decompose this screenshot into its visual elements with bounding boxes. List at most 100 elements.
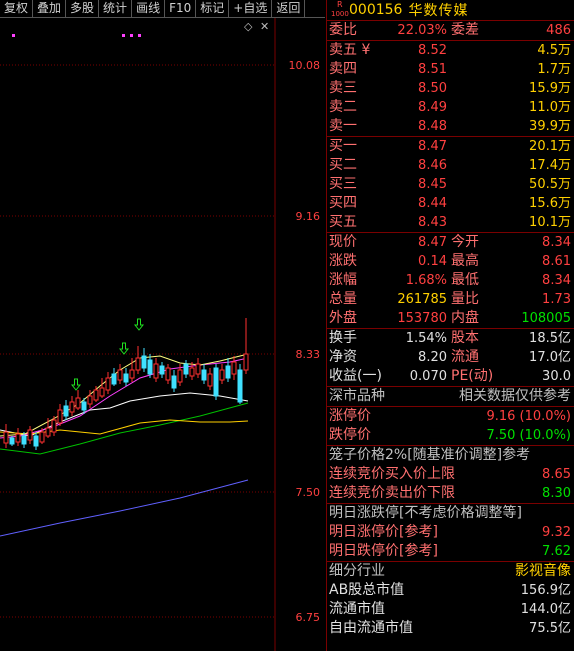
sell-level-label: 卖一 (329, 118, 357, 134)
candle (129, 369, 135, 379)
candle (87, 395, 93, 405)
industry-value[interactable]: 影视音像 (457, 562, 571, 581)
ma20-line (0, 357, 249, 439)
sell-level-label: 卖三 (329, 80, 357, 96)
buy-level-price: 8.45 (418, 177, 447, 192)
candle (111, 373, 117, 385)
cage-title-row: 笼子价格2%[随基准价调整]参考 (327, 446, 574, 465)
candle (165, 367, 171, 381)
toolbar-stats-button[interactable]: 统计 (99, 0, 133, 17)
sell-level-price: 8.49 (418, 100, 447, 115)
buy-level-1: 买一 8.47 20.1万 (327, 137, 574, 156)
stats-block: 现价 8.47 今开 8.34 涨跌 0.14 最高 8.61 涨幅 1.68% 最低 8.34 总量 2… (327, 233, 574, 329)
sell-level-volume: 39.9万 (529, 119, 571, 134)
limit-up-label: 涨停价 (329, 408, 371, 424)
candle (135, 357, 141, 371)
limit-up-row: 涨停价 9.16 (10.0%) (327, 407, 574, 426)
sell-level-label: 卖五 ¥ (329, 42, 371, 58)
stat-label: 涨跌 (329, 253, 357, 269)
candle (51, 419, 57, 433)
buy-level-volume: 15.6万 (529, 196, 571, 211)
stat-value: 8.20 (418, 350, 447, 365)
badge-number: 1000 (331, 10, 349, 18)
stat-label: 换手 (329, 330, 357, 346)
buy-level-4: 买四 8.44 15.6万 (327, 194, 574, 213)
market-note: 相关数据仅供参考 (459, 388, 571, 404)
sell-level-volume: 11.0万 (529, 100, 571, 115)
cage-buy-row: 连续竞价买入价上限 8.65 (327, 465, 574, 484)
buy-orders: 买一 8.47 20.1万 买二 8.46 17.4万 买三 8.45 50.5万 买四 8.44 1… (327, 137, 574, 233)
stat-label: 总量 (329, 291, 357, 307)
buy-level-price: 8.43 (418, 215, 447, 230)
price-axis-label: 6.75 (296, 611, 321, 624)
next-title-row: 明日涨跌停[不考虑价格调整等] (327, 504, 574, 523)
stat-value: 0.14 (418, 254, 447, 269)
sell-level-price: 8.48 (418, 119, 447, 134)
chart-toolbar: 复权 叠加 多股 统计 画线 F10 标记 +自选 返回 (0, 0, 325, 18)
stat-label: 收益(一) (329, 368, 382, 384)
stat-label: 今开 (451, 234, 479, 250)
toolbar-back-button[interactable]: 返回 (272, 0, 306, 17)
stock-code: 000156 (349, 2, 403, 18)
candle (57, 409, 63, 424)
close-icon: ✕ (260, 20, 269, 33)
free-cap-row: 自由流通市值 75.5亿 (327, 619, 574, 638)
candle (123, 373, 129, 383)
toolbar-mark-button[interactable]: 标记 (196, 0, 230, 17)
candle (39, 431, 45, 443)
sell-level-1: 卖一 8.48 39.9万 (327, 117, 574, 136)
candle (231, 361, 237, 375)
sell-level-label: 卖二 (329, 99, 357, 115)
float-cap-label: 流通市值 (329, 601, 385, 617)
stat-label: 股本 (451, 330, 479, 346)
candle (105, 377, 111, 391)
kline-chart[interactable]: 10.08 9.16 8.33 7.50 6.75 ◇ ✕ (0, 18, 325, 651)
toolbar-add-watchlist-button[interactable]: +自选 (229, 0, 273, 17)
candle (207, 373, 213, 387)
badge-letter: R (337, 0, 343, 9)
sell-level-volume: 4.5万 (537, 43, 571, 58)
next-title: 明日涨跌停[不考虑价格调整等] (329, 505, 522, 521)
buy-level-volume: 10.1万 (529, 215, 571, 230)
sell-level-volume: 15.9万 (529, 81, 571, 96)
stat-label: 现价 (329, 234, 357, 250)
sell-level-2: 卖二 8.49 11.0万 (327, 98, 574, 117)
cage-sell-value: 8.30 (542, 486, 571, 501)
ab-cap-row: AB股总市值 156.9亿 (327, 581, 574, 600)
price-axis-label: 8.33 (296, 348, 321, 361)
toolbar-f10-button[interactable]: F10 (165, 0, 197, 17)
stat-value: 8.47 (418, 235, 447, 250)
buy-level-volume: 20.1万 (529, 139, 571, 154)
candle (171, 375, 177, 389)
cage-sell-label: 连续竞价卖出价下限 (329, 485, 455, 501)
dot-marker (12, 34, 15, 37)
price-axis-label: 10.08 (289, 59, 321, 72)
sell-level-5: 卖五 ¥ 8.52 4.5万 (327, 41, 574, 60)
arrow-up-icon (70, 378, 82, 391)
stat-value: 8.34 (542, 273, 571, 288)
cage-buy-value: 8.65 (542, 467, 571, 482)
buy-level-3: 买三 8.45 50.5万 (327, 175, 574, 194)
stat-value: 1.54% (405, 331, 447, 346)
toolbar-overlay-button[interactable]: 叠加 (33, 0, 67, 17)
sell-level-price: 8.51 (418, 62, 447, 77)
toolbar-restore-rights-button[interactable]: 复权 (0, 0, 34, 17)
stat-row: 净资 8.20 流通 17.0亿 (327, 348, 574, 367)
dot-marker (122, 34, 125, 37)
arrow-up-icon (118, 342, 130, 355)
toolbar-draw-button[interactable]: 画线 (132, 0, 166, 17)
industry-label: 细分行业 (329, 563, 385, 579)
candle (15, 433, 21, 443)
stock-header: R 1000 000156 华数传媒 (327, 0, 574, 21)
candle (21, 435, 27, 445)
candle (81, 401, 87, 411)
buy-level-price: 8.47 (418, 139, 447, 154)
toolbar-multi-stock-button[interactable]: 多股 (66, 0, 100, 17)
market-label: 深市品种 (329, 388, 385, 404)
stat-label: 内盘 (451, 310, 479, 326)
stat-value: 8.34 (542, 235, 571, 250)
sell-level-3: 卖三 8.50 15.9万 (327, 79, 574, 98)
candle (33, 435, 39, 447)
sell-level-4: 卖四 8.51 1.7万 (327, 60, 574, 79)
weibi-value: 22.03% (397, 23, 447, 38)
